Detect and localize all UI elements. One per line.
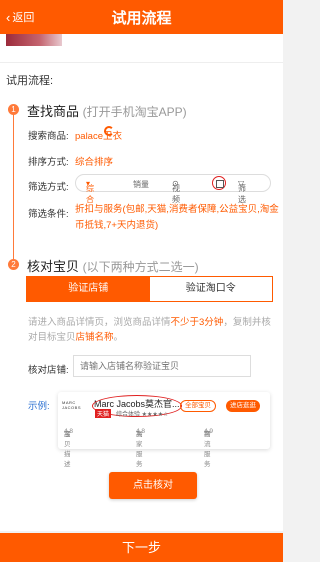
- enter-shop-button: 进店逛逛: [226, 400, 260, 412]
- step-2-dot: 2: [8, 259, 19, 270]
- section-title: 试用流程:: [6, 75, 54, 87]
- step-2-title: 核对宝贝 (以下两种方式二选一): [27, 256, 199, 275]
- search-value: palace卫衣: [75, 131, 122, 142]
- filter-bar: 综合 ▾ 销量 视频 ⊙ 筛选 ▽: [75, 174, 271, 204]
- all-items-button: 全部宝贝: [180, 400, 216, 412]
- tab-verify-shop[interactable]: 验证店铺: [27, 277, 150, 301]
- search-label: 搜索商品:: [28, 131, 69, 142]
- stat-service-trend: 高: [136, 431, 143, 438]
- check-button[interactable]: 点击核对: [109, 472, 197, 499]
- verify-tabs: 验证店铺 验证淘口令: [26, 276, 273, 302]
- banner-image: [6, 34, 62, 46]
- grid-view-icon[interactable]: [212, 176, 226, 190]
- shop-logo: MARC JACOBS: [62, 400, 82, 410]
- hint-part3: 。: [113, 332, 124, 343]
- tmall-badge: 天猫: [95, 409, 112, 418]
- shop-name-input[interactable]: [73, 355, 251, 377]
- timeline-line: [13, 112, 14, 262]
- stat-desc-trend: 高: [64, 431, 71, 438]
- refresh-icon[interactable]: [104, 126, 114, 136]
- example-label: 示例:: [28, 401, 50, 412]
- filter-item-filter[interactable]: 筛选 ▽: [238, 179, 246, 204]
- filter-item-sales[interactable]: 销量: [133, 179, 149, 190]
- divider: [0, 62, 283, 63]
- sort-value: 综合排序: [75, 157, 114, 168]
- conditions-label: 筛选条件:: [28, 209, 69, 220]
- step-1-subtitle: (打开手机淘宝APP): [82, 105, 187, 119]
- header-bar: ‹ 返回 试用流程: [0, 0, 283, 34]
- tab-verify-taokou[interactable]: 验证淘口令: [149, 277, 272, 301]
- hint-highlight-shop: 店铺名称: [75, 332, 114, 343]
- shop-label: 核对店铺:: [28, 365, 69, 376]
- content-card: 试用流程: 1 查找商品 (打开手机淘宝APP) 搜索商品: palace卫衣 …: [0, 34, 283, 531]
- instruction-text: 请进入商品详情页，浏览商品详情不少于3分钟，复制并核对目标宝贝店铺名称。: [28, 315, 278, 345]
- hint-highlight-time: 不少于3分钟: [170, 317, 224, 328]
- rating-text: 综合体验 ★★★★☆: [116, 412, 169, 418]
- next-step-button[interactable]: 下一步: [0, 533, 283, 562]
- hint-part1: 请进入商品详情页，浏览商品详情: [28, 317, 171, 328]
- step-2-title-text: 核对宝贝: [27, 259, 80, 274]
- filter-item-video[interactable]: 视频 ⊙: [172, 179, 180, 204]
- conditions-value: 折扣与服务(包邮,天猫,消费者保障,公益宝贝,淘金币抵钱,7+天内退货): [75, 204, 279, 231]
- example-shop-card: MARC JACOBS Marc Jacobs莫杰官... 天猫 综合体验 ★★…: [58, 392, 270, 468]
- step-1-title-text: 查找商品: [27, 104, 80, 119]
- stat-logistics-trend: 高: [204, 431, 211, 438]
- step-1-title: 查找商品 (打开手机淘宝APP): [27, 101, 187, 120]
- filter-item-multi[interactable]: 综合 ▾: [86, 179, 94, 204]
- step-2-subtitle: (以下两种方式二选一): [82, 260, 199, 274]
- filter-label: 筛选方式:: [28, 182, 69, 193]
- page-title: 试用流程: [111, 10, 172, 27]
- sort-label: 排序方式:: [28, 157, 69, 168]
- step-1-dot: 1: [8, 104, 19, 115]
